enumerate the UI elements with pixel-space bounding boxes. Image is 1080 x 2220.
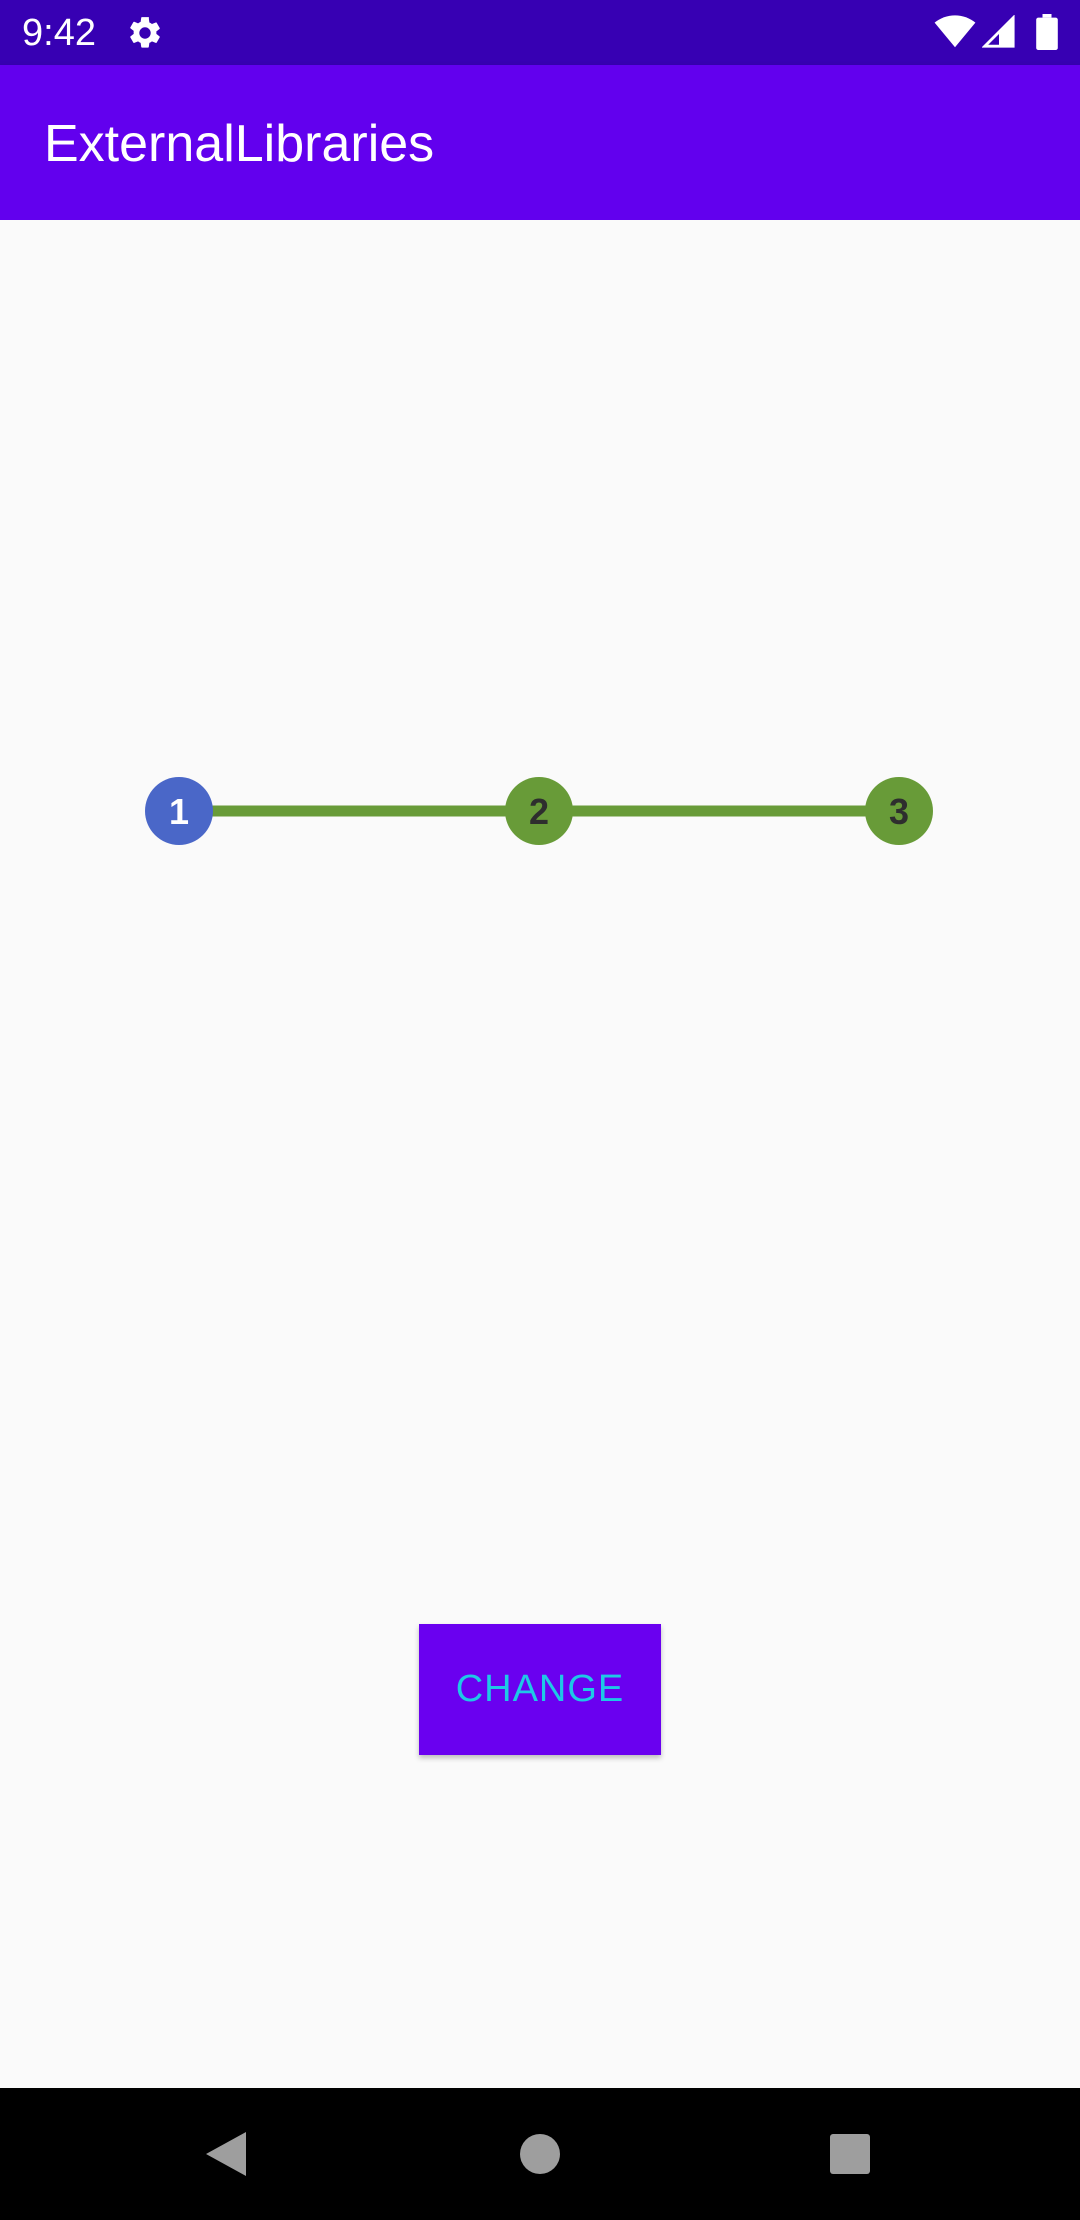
home-icon [520, 2134, 560, 2174]
back-icon [206, 2132, 246, 2176]
signal-icon [982, 15, 1015, 48]
step-3-label: 3 [889, 791, 909, 832]
step-3[interactable]: 3 [865, 777, 933, 845]
wifi-icon [934, 15, 976, 48]
status-bar: 9:42 [0, 0, 1080, 65]
battery-icon [1036, 14, 1058, 50]
recents-button[interactable] [804, 2108, 896, 2200]
navigation-bar [0, 2088, 1080, 2220]
step-2-label: 2 [529, 791, 549, 832]
back-button[interactable] [180, 2108, 272, 2200]
step-2[interactable]: 2 [505, 777, 573, 845]
app-title: ExternalLibraries [44, 115, 435, 173]
step-indicator: 1 2 3 [145, 777, 933, 845]
change-button[interactable]: CHANGE [419, 1624, 661, 1755]
step-1[interactable]: 1 [145, 777, 213, 845]
home-button[interactable] [494, 2108, 586, 2200]
main-content: 1 2 3 CHANGE [0, 220, 1080, 2088]
status-time: 9:42 [22, 12, 96, 54]
app-bar: ExternalLibraries [0, 65, 1080, 220]
step-1-label: 1 [169, 791, 189, 832]
recents-icon [830, 2134, 870, 2174]
settings-icon [130, 17, 160, 48]
